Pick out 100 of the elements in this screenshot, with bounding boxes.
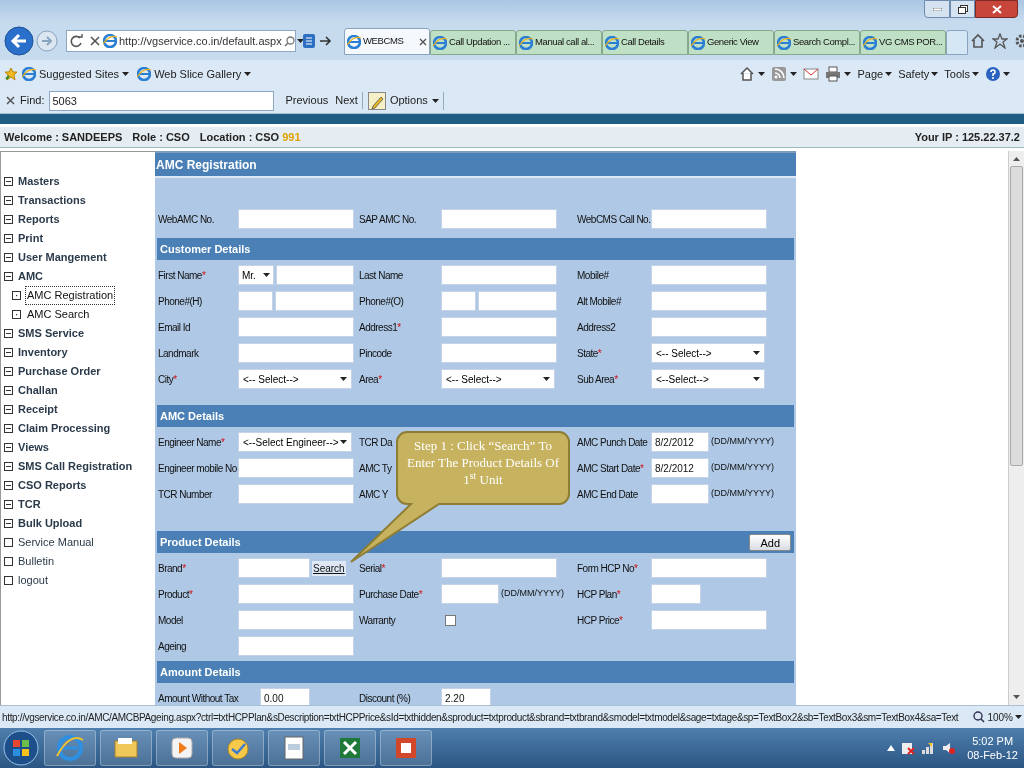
mail-taskbar-icon[interactable] bbox=[212, 730, 264, 766]
input-field[interactable] bbox=[651, 558, 767, 578]
favorite-link[interactable]: Web Slice Gallery bbox=[137, 65, 252, 83]
volume-icon[interactable] bbox=[941, 741, 956, 755]
collapse-icon[interactable] bbox=[4, 500, 13, 509]
browser-tab[interactable]: Manual call al... bbox=[516, 30, 602, 55]
home-button[interactable] bbox=[739, 66, 766, 82]
collapse-icon[interactable] bbox=[4, 177, 13, 186]
input-field[interactable] bbox=[238, 291, 273, 311]
submenu-item[interactable]: AMC Registration bbox=[26, 287, 115, 304]
print-button[interactable] bbox=[825, 66, 852, 82]
dropdown[interactable]: <-- Select--> bbox=[238, 369, 352, 389]
close-tab-icon[interactable] bbox=[419, 37, 427, 46]
refresh-icon[interactable] bbox=[69, 34, 85, 48]
input-field[interactable] bbox=[238, 209, 354, 229]
menu-item[interactable]: Bulk Upload bbox=[18, 515, 83, 532]
input-field[interactable] bbox=[238, 558, 310, 578]
input-field[interactable] bbox=[441, 209, 557, 229]
dropdown[interactable]: <--Select--> bbox=[651, 369, 765, 389]
dropdown[interactable]: <-- Select--> bbox=[651, 343, 765, 363]
menu-item[interactable]: SMS Call Registration bbox=[18, 458, 133, 475]
menu-item[interactable]: Bulletin bbox=[18, 553, 55, 570]
menu-item[interactable]: logout bbox=[18, 572, 48, 589]
input-field[interactable] bbox=[441, 265, 557, 285]
menu-item[interactable]: Masters bbox=[18, 173, 60, 190]
collapse-icon[interactable] bbox=[4, 443, 13, 452]
collapse-icon[interactable] bbox=[4, 348, 13, 357]
collapse-icon[interactable] bbox=[4, 481, 13, 490]
menu-item[interactable]: Receipt bbox=[18, 401, 58, 418]
close-icon[interactable] bbox=[6, 96, 15, 105]
dropdown[interactable]: <-- Select--> bbox=[441, 369, 555, 389]
command-menu[interactable]: Page bbox=[857, 65, 893, 83]
input-field[interactable] bbox=[651, 291, 767, 311]
menu-item[interactable]: Print bbox=[18, 230, 44, 247]
dropdown[interactable]: <--Select Engineer--> bbox=[238, 432, 352, 452]
checkbox[interactable] bbox=[445, 614, 456, 626]
input-field[interactable] bbox=[441, 291, 476, 311]
input-field[interactable] bbox=[238, 317, 354, 337]
input-field[interactable] bbox=[238, 458, 354, 478]
folder-taskbar-icon[interactable] bbox=[100, 730, 152, 766]
network-icon[interactable] bbox=[921, 741, 936, 755]
browser-tab[interactable]: Search Compl... bbox=[774, 30, 860, 55]
find-field[interactable]: 5063 bbox=[49, 90, 275, 111]
input-field[interactable] bbox=[441, 343, 557, 363]
input-field[interactable] bbox=[238, 343, 354, 363]
input-field[interactable] bbox=[478, 291, 557, 311]
media-player-taskbar-icon[interactable] bbox=[156, 730, 208, 766]
menu-item[interactable]: Views bbox=[18, 439, 49, 456]
spreadsheet-taskbar-icon[interactable] bbox=[324, 730, 376, 766]
browser-tab[interactable]: VG CMS POR... bbox=[860, 30, 946, 55]
menu-item[interactable]: Claim Processing bbox=[18, 420, 111, 437]
show-hidden-icon[interactable] bbox=[887, 745, 896, 751]
collapse-icon[interactable] bbox=[4, 367, 13, 376]
command-menu[interactable]: Tools bbox=[944, 65, 979, 83]
collapse-icon[interactable] bbox=[4, 519, 13, 528]
add-button[interactable]: Add bbox=[749, 533, 791, 551]
help-button[interactable] bbox=[985, 66, 1010, 82]
mail-button[interactable] bbox=[803, 66, 820, 82]
date-field[interactable] bbox=[651, 484, 709, 504]
menu-item[interactable]: Reports bbox=[18, 211, 60, 228]
next-button[interactable]: Next bbox=[335, 92, 363, 109]
back-button[interactable] bbox=[4, 26, 34, 56]
input-field[interactable] bbox=[651, 265, 767, 285]
presentation-taskbar-icon[interactable] bbox=[380, 730, 432, 766]
options-button[interactable]: Options bbox=[367, 91, 444, 110]
menu-item[interactable]: TCR bbox=[18, 496, 41, 513]
submenu-item[interactable]: AMC Search bbox=[26, 306, 91, 323]
zoom-button[interactable]: 100% bbox=[967, 709, 1022, 725]
collapse-icon[interactable] bbox=[4, 405, 13, 414]
browser-tab[interactable]: WEBCMS bbox=[344, 28, 430, 55]
command-menu[interactable]: Safety bbox=[898, 65, 939, 83]
menu-item[interactable]: Challan bbox=[18, 382, 58, 399]
search-link[interactable]: Search bbox=[312, 560, 346, 576]
close-button[interactable] bbox=[975, 0, 1018, 18]
collapse-icon[interactable] bbox=[4, 215, 13, 224]
menu-item[interactable]: User Mangement bbox=[18, 249, 107, 266]
input-field[interactable] bbox=[651, 610, 767, 630]
date-field[interactable] bbox=[441, 584, 499, 604]
input-field[interactable]: 0.00 bbox=[260, 688, 310, 705]
stop-icon[interactable] bbox=[89, 35, 101, 47]
collapse-icon[interactable] bbox=[4, 424, 13, 433]
collapse-icon[interactable] bbox=[4, 386, 13, 395]
menu-item[interactable]: Purchase Order bbox=[18, 363, 101, 380]
input-field[interactable] bbox=[276, 265, 354, 285]
input-field[interactable]: 2.20 bbox=[441, 688, 491, 705]
collapse-icon[interactable] bbox=[4, 329, 13, 338]
favorite-link[interactable]: Suggested Sites bbox=[22, 65, 130, 83]
clock[interactable]: 5:02 PM 08-Feb-12 bbox=[967, 734, 1018, 762]
start-button[interactable] bbox=[2, 729, 40, 767]
menu-item[interactable]: SMS Service bbox=[18, 325, 85, 342]
input-field[interactable] bbox=[238, 636, 354, 656]
date-field[interactable]: 8/2/2012 bbox=[651, 458, 709, 478]
menu-item[interactable]: AMC bbox=[18, 268, 44, 285]
input-field[interactable] bbox=[238, 584, 354, 604]
maximize-button[interactable] bbox=[950, 0, 975, 18]
collapse-icon[interactable] bbox=[4, 196, 13, 205]
input-field[interactable] bbox=[275, 291, 354, 311]
collapse-icon[interactable] bbox=[4, 272, 13, 281]
document-taskbar-icon[interactable] bbox=[268, 730, 320, 766]
collapse-icon[interactable] bbox=[4, 253, 13, 262]
